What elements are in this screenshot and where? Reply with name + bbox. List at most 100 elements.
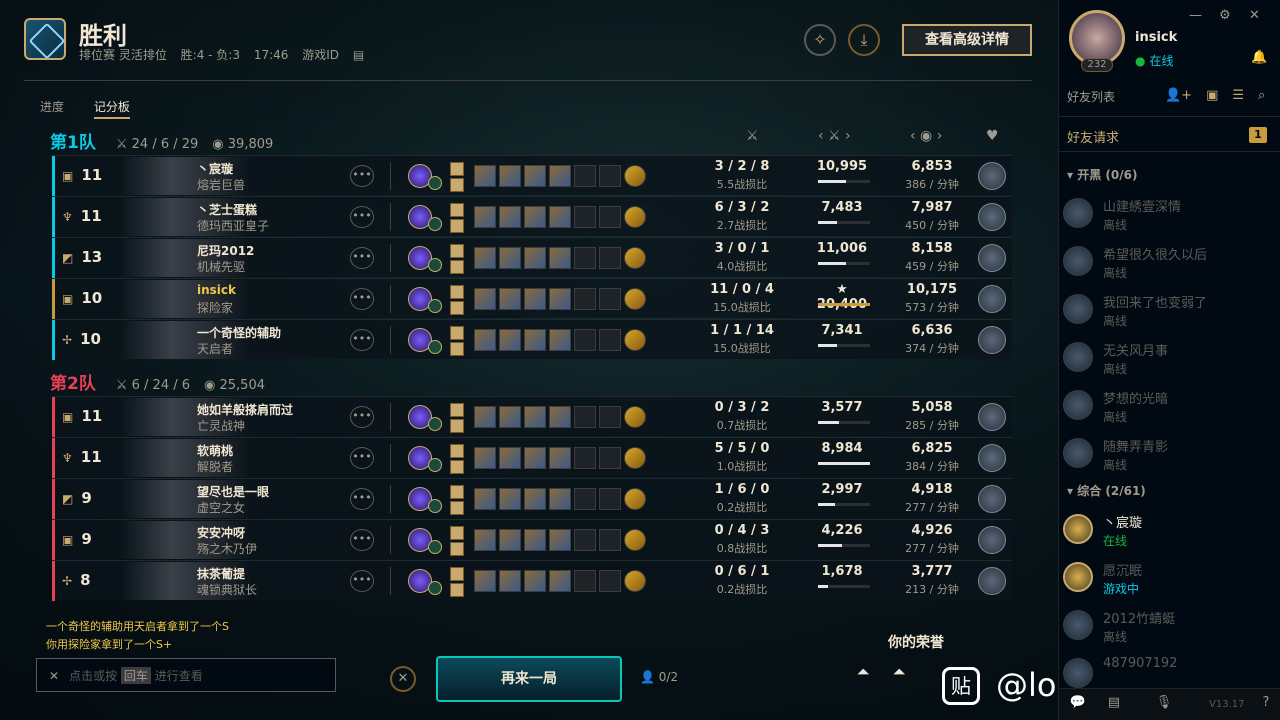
item-slot[interactable] — [599, 570, 621, 592]
more-options-button[interactable]: ••• — [350, 488, 374, 510]
friend-requests[interactable]: 好友请求 1 — [1059, 116, 1280, 152]
item-slot[interactable] — [549, 488, 571, 510]
item-slot[interactable] — [499, 247, 521, 269]
item-slot[interactable] — [549, 406, 571, 428]
item-slot[interactable] — [474, 447, 496, 469]
secondary-rune-icon[interactable] — [428, 258, 442, 272]
item-slot[interactable] — [499, 206, 521, 228]
item-slot[interactable] — [549, 206, 571, 228]
item-slot[interactable] — [474, 288, 496, 310]
more-options-button[interactable]: ••• — [350, 570, 374, 592]
summoner-spell-icon[interactable] — [450, 219, 464, 233]
trinket-slot[interactable] — [624, 570, 646, 592]
trinket-slot[interactable] — [624, 206, 646, 228]
trinket-slot[interactable] — [624, 447, 646, 469]
item-slot[interactable] — [574, 247, 596, 269]
item-slot[interactable] — [499, 488, 521, 510]
player-name[interactable]: 软萌桃 — [197, 442, 233, 459]
player-name[interactable]: 她如羊般搽肩而过 — [197, 401, 293, 418]
player-name[interactable]: 安安冲呀 — [197, 524, 245, 541]
secondary-rune-icon[interactable] — [428, 299, 442, 313]
item-slot[interactable] — [574, 570, 596, 592]
item-slot[interactable] — [549, 165, 571, 187]
help-icon[interactable]: ? — [1255, 695, 1277, 715]
item-slot[interactable] — [599, 406, 621, 428]
item-slot[interactable] — [524, 165, 546, 187]
player-row[interactable]: ▣ 11 她如羊般搽肩而过 亡灵战神 ••• 0 / 3 / 2 0.7战损比 3,577 5,… — [52, 396, 1012, 437]
secondary-rune-icon[interactable] — [428, 417, 442, 431]
item-slot[interactable] — [499, 529, 521, 551]
item-slot[interactable] — [599, 165, 621, 187]
username[interactable]: insick — [1135, 30, 1177, 45]
secondary-rune-icon[interactable] — [428, 499, 442, 513]
item-slot[interactable] — [524, 529, 546, 551]
player-name[interactable]: 抹茶葡提 — [197, 565, 245, 582]
list-view-icon[interactable]: ☰ — [1232, 88, 1244, 103]
friend-item[interactable]: 无关风月事 离线 — [1063, 338, 1277, 382]
item-slot[interactable] — [499, 329, 521, 351]
user-status[interactable]: 在线 — [1135, 52, 1173, 69]
trinket-slot[interactable] — [624, 488, 646, 510]
summoner-spell-icon[interactable] — [450, 583, 464, 597]
mute-icon[interactable]: ✕ — [49, 669, 59, 683]
friend-item[interactable]: 梦想的光暗 离线 — [1063, 386, 1277, 430]
item-slot[interactable] — [599, 488, 621, 510]
summoner-spell-icon[interactable] — [450, 244, 464, 258]
item-slot[interactable] — [499, 447, 521, 469]
player-row[interactable]: ✢ 10 一个奇怪的辅助 天启者 ••• 1 / 1 / 14 15.0战损比 7,341 6,… — [52, 319, 1012, 360]
honor-badge-icon[interactable] — [978, 326, 1006, 354]
summoner-spell-icon[interactable] — [450, 567, 464, 581]
summoner-spell-icon[interactable] — [450, 526, 464, 540]
tab-progress[interactable]: 进度 — [40, 100, 64, 114]
player-name[interactable]: 丶宸璇 — [197, 160, 233, 177]
player-row[interactable]: ▣ 10 insick 探险家 ••• 11 / 0 / 4 15.0战损比 ★ 20,400… — [52, 278, 1012, 319]
close-button[interactable]: ✕ — [390, 666, 416, 692]
honor-chevron-icon[interactable]: ⏶ — [888, 662, 910, 684]
item-slot[interactable] — [549, 570, 571, 592]
item-slot[interactable] — [474, 406, 496, 428]
game-id[interactable]: 游戏ID ▤ — [302, 48, 374, 62]
more-options-button[interactable]: ••• — [350, 406, 374, 428]
item-slot[interactable] — [599, 529, 621, 551]
replay-icon[interactable]: ✧ — [804, 24, 836, 56]
damage-column-selector[interactable]: ‹ ⚔ › — [818, 128, 851, 144]
player-name[interactable]: 丶芝士蛋糕 — [197, 201, 257, 218]
more-options-button[interactable]: ••• — [350, 447, 374, 469]
item-slot[interactable] — [524, 488, 546, 510]
summoner-spell-icon[interactable] — [450, 542, 464, 556]
gear-icon[interactable]: ⚙ — [1219, 8, 1231, 23]
item-slot[interactable] — [524, 406, 546, 428]
item-slot[interactable] — [524, 288, 546, 310]
secondary-rune-icon[interactable] — [428, 217, 442, 231]
download-icon[interactable]: ⤓ — [848, 24, 880, 56]
summoner-spell-icon[interactable] — [450, 403, 464, 417]
item-slot[interactable] — [574, 206, 596, 228]
item-slot[interactable] — [474, 206, 496, 228]
more-options-button[interactable]: ••• — [350, 247, 374, 269]
honor-chevron-icon[interactable]: ⏶ — [852, 662, 874, 684]
honor-badge-icon[interactable] — [978, 403, 1006, 431]
secondary-rune-icon[interactable] — [428, 540, 442, 554]
copy-icon[interactable]: ▤ — [353, 48, 364, 62]
item-slot[interactable] — [574, 529, 596, 551]
player-row[interactable]: ▣ 9 安安冲呀 殇之木乃伊 ••• 0 / 4 / 3 0.8战损比 4,226 4,926 2… — [52, 519, 1012, 560]
summoner-spell-icon[interactable] — [450, 285, 464, 299]
item-slot[interactable] — [599, 447, 621, 469]
chat-input[interactable]: ✕ 点击或按 回车 进行查看 — [36, 658, 336, 692]
summoner-spell-icon[interactable] — [450, 260, 464, 274]
summoner-spell-icon[interactable] — [450, 301, 464, 315]
item-slot[interactable] — [599, 247, 621, 269]
item-slot[interactable] — [474, 570, 496, 592]
item-slot[interactable] — [549, 447, 571, 469]
trinket-slot[interactable] — [624, 406, 646, 428]
friend-item[interactable]: 我回来了也变弱了 离线 — [1063, 290, 1277, 334]
player-name[interactable]: 望尽也是一眼 — [197, 483, 269, 500]
item-slot[interactable] — [574, 288, 596, 310]
more-options-button[interactable]: ••• — [350, 529, 374, 551]
item-slot[interactable] — [524, 247, 546, 269]
more-options-button[interactable]: ••• — [350, 329, 374, 351]
secondary-rune-icon[interactable] — [428, 176, 442, 190]
friend-item[interactable]: 愿沉眠 游戏中 — [1063, 558, 1277, 602]
item-slot[interactable] — [524, 570, 546, 592]
trinket-slot[interactable] — [624, 529, 646, 551]
